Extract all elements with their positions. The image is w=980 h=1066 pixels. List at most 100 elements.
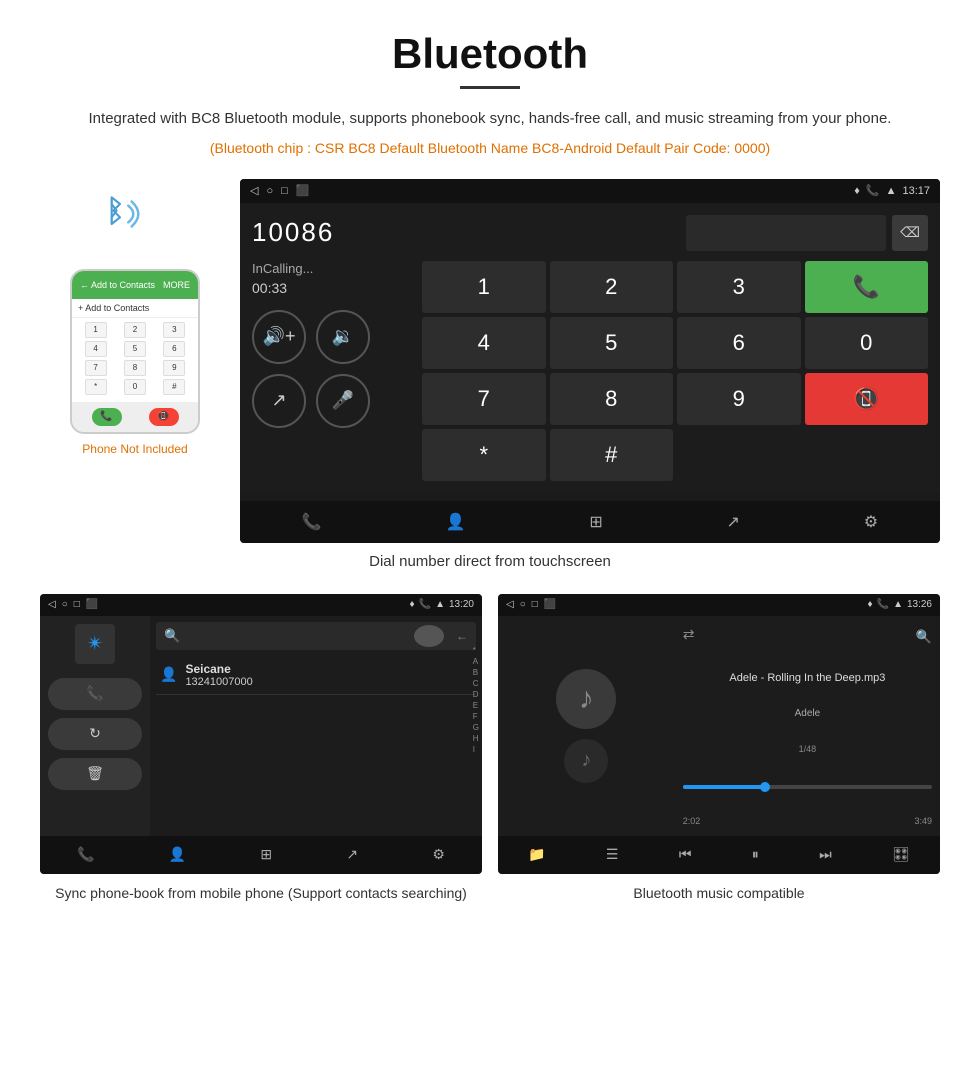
music-time-total: 3:49	[914, 816, 932, 826]
end-call-button[interactable]: 📵	[805, 373, 929, 425]
music-wifi-icon: ▲	[893, 599, 903, 610]
pb-nav-contacts[interactable]: 👤	[169, 846, 186, 863]
dialer-main: InCalling... 00:33 🔊+ 🔉 ↗ 🎤	[252, 261, 928, 481]
ctrl-row-2: ↗ 🎤	[252, 374, 412, 428]
music-nav-prev[interactable]: ⏮	[679, 846, 692, 863]
alpha-B: B	[473, 668, 479, 677]
bottom-screenshots: ◁ ○ □ ⬛ ♦ 📞 ▲ 13:20 ✴	[40, 594, 940, 904]
pb-status-right: ♦ 📞 ▲ 13:20	[410, 599, 475, 610]
dial-key-5: 5	[124, 341, 146, 357]
pb-time: 13:20	[449, 599, 474, 610]
dialer-text-field	[686, 215, 886, 251]
dialer-number: 10086	[252, 217, 334, 248]
transfer-button[interactable]: ↗	[252, 374, 306, 428]
key-9[interactable]: 9	[677, 373, 801, 425]
music-track-count: 1/48	[683, 744, 932, 754]
dialer-input-bar: ⌫	[686, 215, 928, 251]
music-home-icon: ○	[520, 599, 526, 610]
key-7[interactable]: 7	[422, 373, 546, 425]
music-nav-bar: 📁 ☰ ⏮ ⏸ ⏭ 🎛	[498, 836, 940, 874]
music-nav-list[interactable]: ☰	[606, 846, 619, 863]
dial-key-2: 2	[124, 322, 146, 338]
nav-dialpad-icon[interactable]: ⊞	[589, 512, 602, 532]
music-search-icon[interactable]: 🔍	[916, 629, 932, 645]
pb-back-icon: ◁	[48, 599, 56, 610]
phone-dialpad: 1 2 3 4 5 6 7 8 9 *	[72, 318, 198, 402]
dialer-delete-button[interactable]: ⌫	[892, 215, 928, 251]
pb-nav-transfer[interactable]: ↗	[346, 846, 358, 863]
key-hash[interactable]: #	[550, 429, 674, 481]
phone-call-button[interactable]: 📞	[48, 678, 142, 710]
music-controls-section: ⇄ 🔍 Adele - Rolling In the Deep.mp3 Adel…	[675, 616, 940, 836]
pb-recents-icon: □	[74, 599, 80, 610]
pb-call-icon: 📞	[419, 599, 431, 610]
phonebook-search-bar[interactable]: 🔍 ←	[156, 622, 476, 650]
nav-settings-icon[interactable]: ⚙	[864, 512, 878, 532]
alpha-I: I	[473, 745, 479, 754]
music-nav-folder[interactable]: 📁	[528, 846, 545, 863]
music-nav-play[interactable]: ⏸	[752, 846, 759, 863]
calling-timer: 00:33	[252, 280, 412, 296]
nav-contacts-icon[interactable]: 👤	[446, 512, 466, 532]
key-8[interactable]: 8	[550, 373, 674, 425]
refresh-button[interactable]: ↻	[48, 718, 142, 750]
contact-name: Seicane	[185, 662, 252, 676]
pb-nav-settings[interactable]: ⚙	[432, 846, 445, 863]
nav-phone-icon[interactable]: 📞	[302, 512, 322, 532]
contact-person-icon: 👤	[160, 666, 177, 683]
status-left: ◁ ○ □ ⬛	[250, 184, 309, 197]
alpha-D: D	[473, 690, 479, 699]
mute-button[interactable]: 🎤	[316, 374, 370, 428]
keypad-grid: 1 2 3 📞 4 5 6 0 7 8 9 📵 *	[422, 261, 928, 481]
pb-nav-phone[interactable]: 📞	[77, 846, 94, 863]
music-nav-next[interactable]: ⏭	[819, 846, 832, 863]
phone-mockup: ← Add to Contacts MORE + Add to Contacts…	[70, 269, 200, 434]
orange-specs-text: (Bluetooth chip : CSR BC8 Default Blueto…	[40, 137, 940, 161]
music-album-section: ♪ ♪	[498, 616, 675, 836]
phonebook-search-icon: 🔍	[164, 628, 180, 644]
answer-button[interactable]: 📞	[805, 261, 929, 313]
time-display: 13:17	[902, 185, 930, 197]
music-screen: ◁ ○ □ ⬛ ♦ 📞 ▲ 13:26	[498, 594, 940, 874]
contact-number: 13241007000	[185, 676, 252, 688]
title-underline	[460, 86, 520, 89]
delete-button[interactable]: 🗑	[48, 758, 142, 790]
dial-key-6: 6	[163, 341, 185, 357]
nav-transfer-icon[interactable]: ↗	[727, 512, 740, 532]
key-star[interactable]: *	[422, 429, 546, 481]
volume-down-button[interactable]: 🔉	[316, 310, 370, 364]
music-call-icon: 📞	[877, 599, 889, 610]
phonebook-caption: Sync phone-book from mobile phone (Suppo…	[40, 884, 482, 904]
description-text: Integrated with BC8 Bluetooth module, su…	[40, 107, 940, 131]
phone-answer-button: 📞	[92, 408, 122, 426]
home-icon: ○	[266, 185, 273, 197]
music-top-row: ⇄ 🔍	[683, 626, 932, 649]
key-4[interactable]: 4	[422, 317, 546, 369]
dial-key-4: 4	[85, 341, 107, 357]
pb-nav-dialpad[interactable]: ⊞	[260, 846, 272, 863]
music-time-elapsed: 2:02	[683, 816, 701, 826]
alpha-H: H	[473, 734, 479, 743]
dial-caption: Dial number direct from touchscreen	[40, 553, 940, 570]
volume-up-button[interactable]: 🔊+	[252, 310, 306, 364]
phonebook-body: ✴ 📞 ↻ 🗑 🔍 ← 👤	[40, 616, 482, 836]
dialer-left: InCalling... 00:33 🔊+ 🔉 ↗ 🎤	[252, 261, 412, 481]
android-dialer-screen: ◁ ○ □ ⬛ ♦ 📞 ▲ 13:17 10086	[240, 179, 940, 543]
key-6[interactable]: 6	[677, 317, 801, 369]
key-5[interactable]: 5	[550, 317, 674, 369]
dial-row-1: 1 2 3	[76, 322, 194, 338]
bluetooth-signal-icon	[95, 189, 145, 239]
key-3[interactable]: 3	[677, 261, 801, 313]
music-status-bar: ◁ ○ □ ⬛ ♦ 📞 ▲ 13:26	[498, 594, 940, 616]
pb-home-icon: ○	[62, 599, 68, 610]
calling-status: InCalling...	[252, 261, 412, 276]
music-time-labels: 2:02 3:49	[683, 816, 932, 826]
music-nav-equalizer[interactable]: 🎛	[892, 846, 910, 863]
music-note-icon-large: ♪	[579, 682, 594, 716]
dialer-body: 10086 ⌫ InCalling... 00:33 🔊+	[240, 203, 940, 493]
android-nav-bar: 📞 👤 ⊞ ↗ ⚙	[240, 501, 940, 543]
shuffle-icon[interactable]: ⇄	[683, 626, 695, 643]
key-1[interactable]: 1	[422, 261, 546, 313]
key-0[interactable]: 0	[805, 317, 929, 369]
key-2[interactable]: 2	[550, 261, 674, 313]
